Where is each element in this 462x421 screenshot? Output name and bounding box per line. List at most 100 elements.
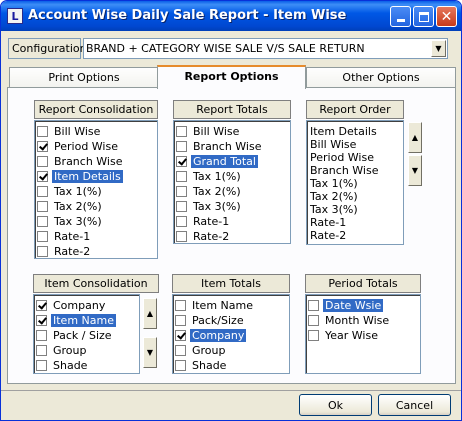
checkbox[interactable] (37, 126, 48, 137)
checkbox[interactable] (308, 330, 319, 341)
tab-other-options[interactable]: Other Options (306, 67, 456, 87)
ok-button[interactable]: Ok (299, 394, 372, 416)
list-item[interactable]: Year Wise (308, 328, 380, 343)
list-item[interactable]: Tax 2(%) (310, 190, 358, 203)
list-item[interactable]: Branch Wise (310, 164, 379, 177)
report-order-list[interactable]: Item Details Bill Wise Period Wise Branch W… (306, 120, 404, 245)
checkbox[interactable] (176, 171, 187, 182)
list-item-label: Group (53, 344, 87, 357)
list-item[interactable]: Bill Wise (176, 124, 241, 139)
list-item[interactable]: Pack / Size (36, 328, 114, 343)
list-item[interactable]: Item Name (175, 298, 255, 313)
list-item[interactable]: Date Wsie (308, 298, 384, 313)
list-item-label: Rate-1 (193, 215, 230, 228)
list-item[interactable]: Bill Wise (37, 124, 102, 139)
checkbox[interactable] (36, 360, 47, 371)
list-item[interactable]: Company (36, 298, 107, 313)
app-icon[interactable]: L (7, 8, 23, 24)
checkbox[interactable] (175, 300, 186, 311)
move-up-button[interactable]: ▲ (408, 122, 422, 153)
list-item[interactable]: Pack/Size (175, 313, 246, 328)
checkbox[interactable] (175, 360, 186, 371)
dialog-window: L Account Wise Daily Sale Report - Item … (0, 0, 462, 421)
checkbox[interactable] (308, 300, 319, 311)
item-consolidation-up-button[interactable]: ▲ (143, 298, 157, 329)
list-item[interactable]: Tax 2(%) (176, 184, 243, 199)
list-item[interactable]: Item Details (310, 125, 377, 138)
checkbox[interactable] (37, 141, 48, 152)
list-item-label: Item Name (192, 299, 253, 312)
cancel-button[interactable]: Cancel (378, 394, 451, 416)
list-item[interactable]: Branch Wise (37, 154, 125, 169)
report-consolidation-list[interactable]: Bill Wise Period Wise Branch Wise Item Deta… (34, 120, 158, 259)
list-item[interactable]: Shade (175, 358, 228, 373)
checkbox[interactable] (37, 171, 48, 182)
checkbox[interactable] (308, 315, 319, 326)
list-item[interactable]: Rate-2 (176, 229, 231, 243)
list-item[interactable]: Branch Wise (176, 139, 264, 154)
tab-print-options[interactable]: Print Options (9, 67, 159, 87)
list-item[interactable]: Rate-1 (176, 214, 231, 229)
checkbox[interactable] (36, 300, 47, 311)
list-item-label: Grand Total (191, 155, 258, 168)
checkbox[interactable] (37, 201, 48, 212)
list-item[interactable]: Rate-1 (310, 216, 346, 229)
checkbox[interactable] (176, 186, 187, 197)
list-item[interactable]: Tax 2(%) (37, 199, 104, 214)
list-item[interactable]: Company (175, 328, 247, 343)
list-item[interactable]: Period Wise (310, 151, 374, 164)
list-item-label: Rate-2 (54, 245, 91, 258)
maximize-button[interactable] (413, 6, 434, 27)
period-totals-list[interactable]: Date Wsie Month Wise Year Wise (305, 294, 421, 374)
report-totals-list[interactable]: Bill Wise Branch Wise Grand Total Tax 1(%) T… (173, 120, 291, 244)
checkbox[interactable] (175, 345, 186, 356)
item-consolidation-list[interactable]: Company Item Name Pack / Size Group Shade (33, 294, 140, 374)
checkbox[interactable] (176, 156, 187, 167)
list-item[interactable]: Tax 1(%) (37, 184, 104, 199)
checkbox[interactable] (36, 315, 47, 326)
list-item[interactable]: Tax 3(%) (176, 199, 243, 214)
close-button[interactable]: ✕ (436, 6, 457, 27)
list-item[interactable]: Tax 3(%) (310, 203, 358, 216)
list-item[interactable]: Rate-1 (37, 229, 92, 244)
list-item[interactable]: Tax 3(%) (37, 214, 104, 229)
checkbox[interactable] (37, 186, 48, 197)
minimize-button[interactable] (390, 6, 411, 27)
checkbox[interactable] (175, 315, 186, 326)
list-item[interactable]: Rate-2 (310, 229, 346, 242)
list-item[interactable]: Item Details (37, 169, 123, 184)
list-item[interactable]: Tax 1(%) (176, 169, 243, 184)
list-item[interactable]: Bill Wise (310, 138, 356, 151)
list-item[interactable]: Rate-2 (37, 244, 92, 258)
list-item[interactable]: Group (175, 343, 228, 358)
checkbox[interactable] (176, 231, 187, 242)
checkbox[interactable] (37, 156, 48, 167)
checkbox[interactable] (176, 201, 187, 212)
checkbox[interactable] (37, 246, 48, 257)
configuration-value: BRAND + CATEGORY WISE SALE V/S SALE RETU… (86, 42, 365, 55)
checkbox[interactable] (176, 126, 187, 137)
checkbox[interactable] (36, 330, 47, 341)
move-down-button[interactable]: ▼ (408, 155, 422, 186)
list-item[interactable]: Period Wise (37, 139, 120, 154)
configuration-combo[interactable]: BRAND + CATEGORY WISE SALE V/S SALE RETU… (83, 38, 448, 59)
list-item[interactable]: Shade (36, 358, 89, 373)
checkbox[interactable] (36, 345, 47, 356)
list-item[interactable]: Grand Total (176, 154, 258, 169)
list-item[interactable]: Month Wise (308, 313, 391, 328)
title-bar[interactable]: L Account Wise Daily Sale Report - Item … (1, 1, 461, 31)
list-item[interactable]: Tax 1(%) (310, 177, 358, 190)
checkbox[interactable] (175, 330, 186, 341)
tab-report-options[interactable]: Report Options (157, 65, 306, 89)
checkbox[interactable] (37, 216, 48, 227)
checkbox[interactable] (176, 216, 187, 227)
chevron-down-icon[interactable]: ▼ (431, 40, 446, 57)
item-totals-list[interactable]: Item Name Pack/Size Company Group Shade (172, 294, 290, 374)
item-consolidation-title: Item Consolidation (33, 274, 159, 293)
checkbox[interactable] (176, 141, 187, 152)
list-item[interactable]: Item Name (36, 313, 116, 328)
list-item-label: Group (192, 344, 226, 357)
item-consolidation-down-button[interactable]: ▼ (143, 337, 157, 368)
checkbox[interactable] (37, 231, 48, 242)
list-item[interactable]: Group (36, 343, 89, 358)
